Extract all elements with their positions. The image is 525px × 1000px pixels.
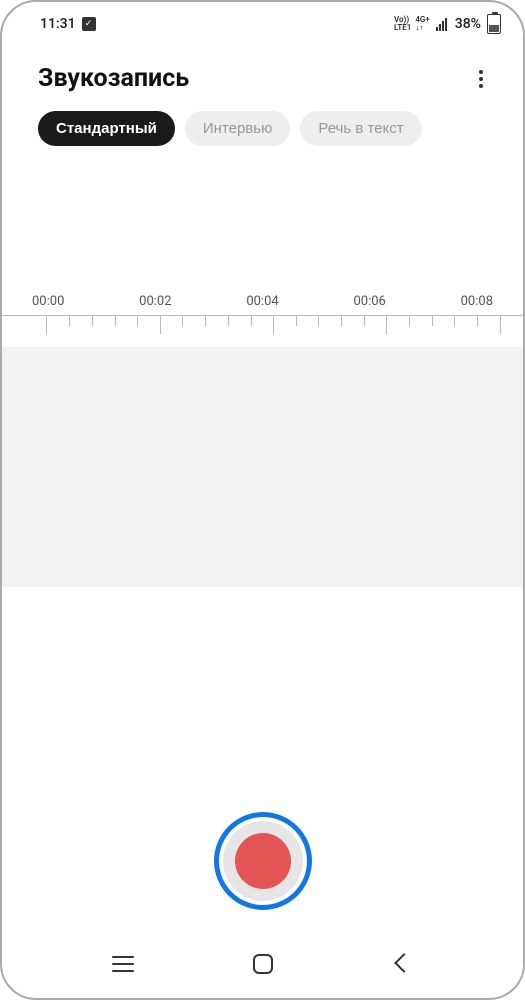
navigation-bar (2, 942, 523, 998)
network-indicator: Vo)) LTE1 (394, 16, 411, 32)
status-bar: 11:31 ✓ Vo)) LTE1 4G+ ↓↑ 38% (2, 2, 523, 40)
battery-icon (487, 14, 501, 34)
timeline: 00:00 00:02 00:04 00:06 00:08 (2, 294, 523, 587)
time-label: 00:00 (32, 294, 64, 309)
nav-recents-button[interactable] (112, 956, 134, 972)
waveform-area (2, 347, 523, 587)
signal-icon (436, 18, 447, 31)
tab-speech-to-text[interactable]: Речь в текст (300, 111, 421, 146)
more-options-icon[interactable] (469, 67, 493, 91)
network-indicator-4g: 4G+ ↓↑ (415, 16, 429, 32)
tab-interview[interactable]: Интервью (185, 111, 291, 146)
nav-home-button[interactable] (253, 954, 273, 974)
time-label: 00:02 (139, 294, 171, 309)
battery-percent: 38% (455, 16, 481, 32)
timeline-ruler (2, 315, 523, 347)
time-label: 00:06 (353, 294, 385, 309)
tab-standard[interactable]: Стандартный (38, 111, 175, 146)
check-icon: ✓ (82, 17, 96, 31)
record-icon (235, 833, 291, 889)
time-label: 00:08 (461, 294, 493, 309)
mode-tabs: Стандартный Интервью Речь в текст (2, 111, 523, 164)
status-time: 11:31 (40, 16, 76, 32)
page-title: Звукозапись (38, 64, 189, 93)
record-button[interactable] (214, 812, 312, 910)
nav-back-button[interactable] (393, 954, 413, 974)
time-label: 00:04 (246, 294, 278, 309)
